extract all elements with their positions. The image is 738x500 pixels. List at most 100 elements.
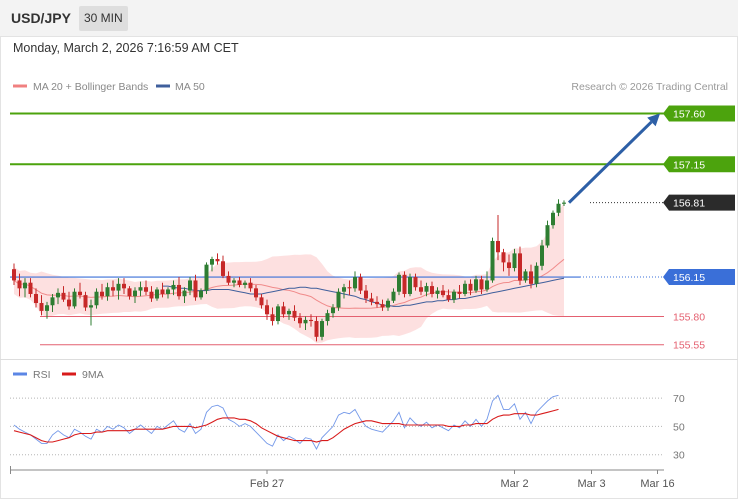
candle-body (507, 262, 511, 269)
rsi-tick-label: 50 (673, 421, 685, 433)
candle-body (518, 253, 522, 281)
candle-body (155, 289, 159, 299)
rsi-ma-legend-swatch (62, 372, 76, 376)
rsi-tick-label: 30 (673, 450, 685, 462)
support-level-label: 155.80 (673, 312, 705, 324)
candle-body (248, 282, 253, 289)
candle-body (171, 284, 176, 290)
target-arrow (567, 113, 660, 204)
candle (408, 273, 412, 297)
candle-body (292, 310, 297, 318)
candle-body (446, 295, 451, 300)
candle-body (221, 261, 225, 276)
candle (496, 215, 500, 261)
rsi-legend-label: RSI (33, 369, 51, 381)
candle-body (215, 259, 220, 262)
candle-body (281, 306, 286, 315)
candle-body (457, 291, 462, 294)
candle-body (17, 280, 22, 289)
candle-body (45, 305, 49, 311)
candle-body (512, 253, 517, 269)
candle-body (111, 287, 115, 291)
candle (534, 262, 539, 288)
candle-body (160, 289, 165, 294)
candle-body (468, 283, 473, 291)
candle-body (188, 280, 192, 291)
target-level-label: 157.15 (673, 159, 705, 171)
candle-body (210, 259, 214, 265)
candle-body (479, 279, 484, 290)
bollinger-band (13, 202, 565, 344)
candle-body (397, 274, 401, 292)
candle-body (435, 290, 440, 294)
candle-body (309, 319, 313, 322)
price-level-tags: 157.60 157.15 156.81 156.15 155.80 155.55 (663, 105, 735, 352)
rsi-ma-line (13, 408, 559, 443)
candle-body (193, 280, 198, 298)
candle-body (83, 295, 88, 308)
candle-body (419, 287, 423, 292)
candle-body (50, 297, 55, 306)
candle-body (270, 314, 275, 322)
candle-body (61, 292, 66, 300)
candle-body (540, 245, 544, 266)
candle (336, 288, 341, 311)
candle-body (138, 287, 143, 291)
candle (204, 262, 209, 294)
candle-body (314, 321, 319, 337)
candle (397, 272, 401, 296)
time-axis-label: Mar 16 (640, 478, 674, 490)
rsi-legend: RSI 9MA (13, 369, 104, 381)
candle-body (496, 240, 500, 253)
candle-body (320, 321, 324, 337)
rsi-legend-swatch (13, 372, 27, 376)
rsi-tick-label: 70 (673, 393, 685, 405)
candle-body (39, 302, 44, 311)
pivot-level-label: 156.15 (673, 272, 705, 284)
bollinger-band-fill (14, 202, 564, 344)
rsi-line (13, 394, 559, 450)
candle-body (78, 291, 82, 296)
candle-body (325, 313, 330, 322)
candle-body (534, 265, 539, 284)
ma20-legend-swatch (13, 84, 27, 88)
candle-body (28, 282, 33, 294)
time-axis-label: Feb 27 (250, 478, 284, 490)
candle-body (501, 252, 506, 263)
candle-body (149, 291, 154, 299)
candle-body (259, 297, 264, 306)
candle-body (100, 291, 104, 297)
candle-body (72, 291, 77, 307)
candle-body (89, 305, 93, 308)
candle-body (122, 283, 126, 289)
candle-body (353, 277, 357, 289)
candle-body (380, 304, 385, 308)
candle-body (452, 291, 456, 300)
candle-body (144, 287, 148, 292)
candle-body (556, 203, 561, 213)
candle-body (166, 289, 170, 294)
candle-body (105, 287, 110, 297)
candle-body (408, 277, 412, 294)
time-axis-label: Mar 3 (577, 478, 605, 490)
candle-body (551, 212, 555, 226)
price-legend: MA 20 + Bollinger Bands MA 50 (13, 81, 205, 93)
candle (402, 271, 407, 298)
candle-body (12, 269, 16, 281)
candle-body (391, 291, 396, 301)
candle-body (204, 264, 209, 291)
target-arrow-shaft (567, 120, 653, 204)
chart-frame (0, 36, 738, 499)
candle-body (529, 271, 533, 284)
candle-body (23, 282, 27, 289)
candle (490, 237, 495, 283)
ma20-legend-label: MA 20 + Bollinger Bands (33, 81, 148, 93)
ma50-legend-swatch (156, 84, 170, 88)
candle-body (485, 280, 489, 290)
candle-body (298, 317, 302, 324)
candle-body (287, 310, 291, 315)
time-axis: Feb 27 Mar 2 Mar 3 Mar 16 (10, 466, 675, 490)
candle-body (265, 305, 269, 315)
candle-body (127, 288, 132, 297)
target-level-label: 157.60 (673, 109, 705, 121)
